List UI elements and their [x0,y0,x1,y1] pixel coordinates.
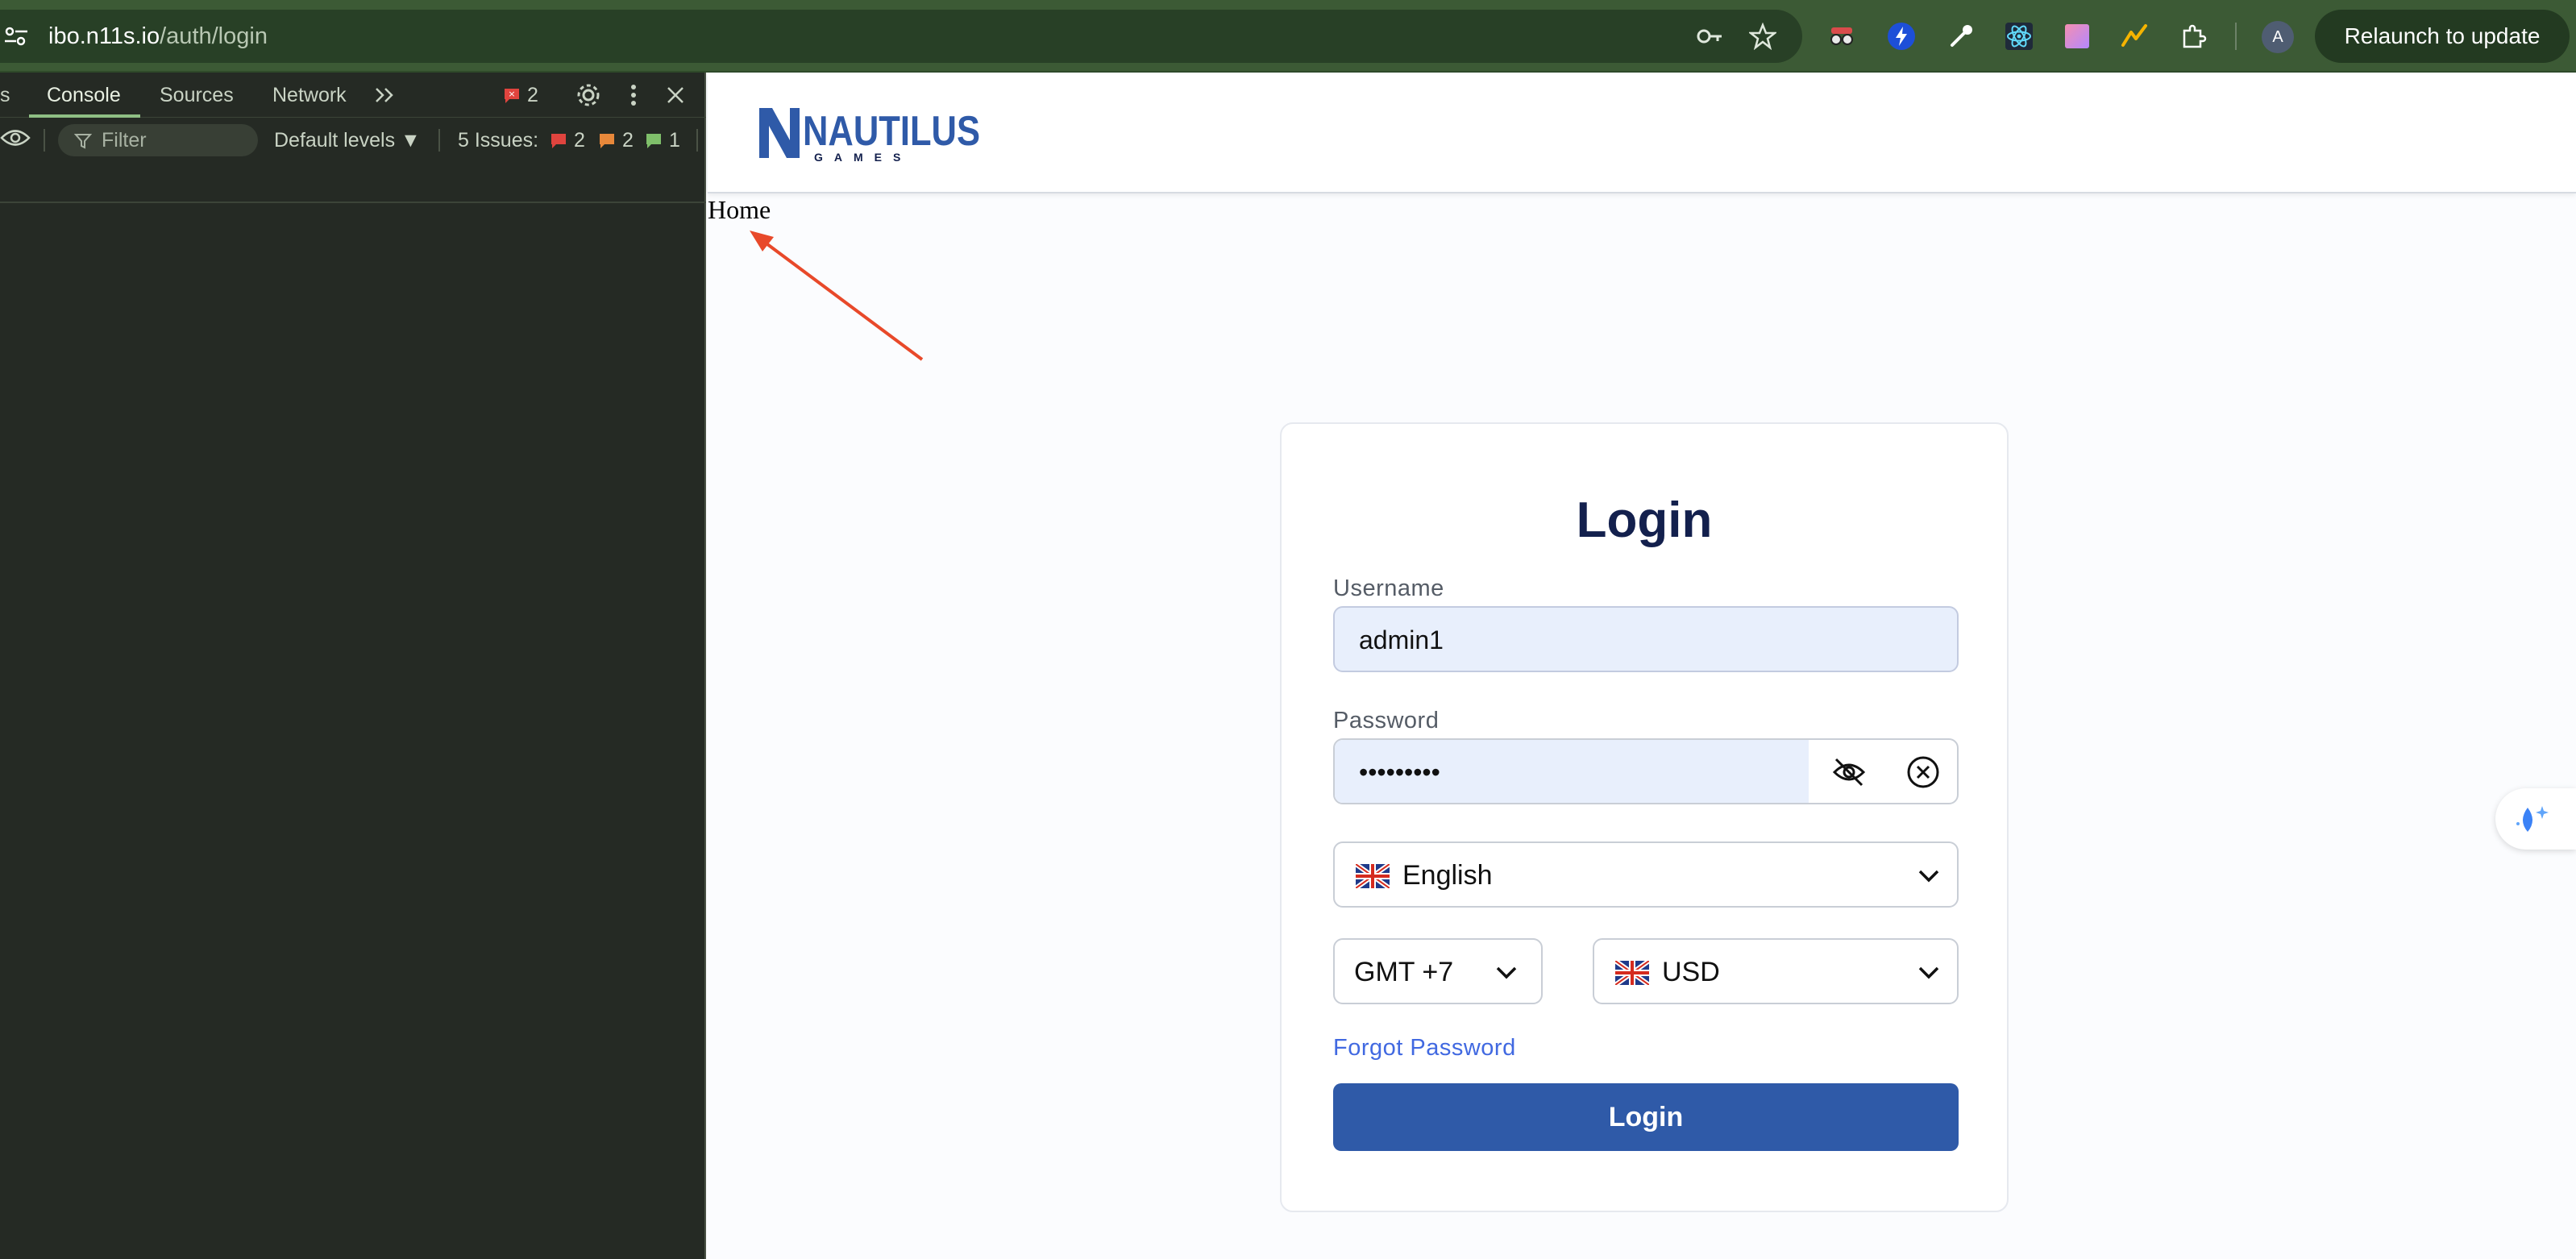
chevron-down-icon [1918,966,1939,979]
issue-info-count[interactable]: 1 [669,126,680,155]
relaunch-button[interactable]: Relaunch to update [2315,10,2570,63]
timezone-select[interactable]: GMT +7 [1333,938,1543,1004]
chevron-down-icon [1496,966,1517,979]
filter-icon [74,134,92,149]
spy-extension-icon[interactable] [1826,21,1857,52]
puzzle-extensions-icon[interactable] [2178,21,2208,52]
console-divider [0,202,706,203]
issue-error-count[interactable]: 2 [574,126,585,155]
password-value: ••••••••• [1359,758,1440,787]
url-text[interactable]: ibo.n11s.io/auth/login [48,21,268,52]
close-icon[interactable] [666,85,685,105]
password-label: Password [1333,708,1440,733]
svg-text:NAUTILUS: NAUTILUS [803,108,980,155]
toolbar-divider-3 [696,129,698,152]
eyedropper-extension-icon[interactable] [1946,21,1976,52]
tab-sources[interactable]: Sources [160,81,234,110]
currency-value: USD [1662,957,1720,987]
timezone-value: GMT +7 [1354,957,1454,987]
lightning-extension-icon[interactable] [1886,21,1917,52]
toolbar-divider [44,129,45,152]
password-field[interactable]: ••••••••• [1333,738,1959,804]
password-key-icon[interactable] [1696,23,1723,50]
tab-network[interactable]: Network [272,81,347,110]
address-bar[interactable]: ibo.n11s.io/auth/login [0,10,1802,63]
clear-circle-icon[interactable] [1905,756,1941,792]
username-value: admin1 [1359,625,1444,654]
svg-text:GAMES: GAMES [814,151,912,164]
issue-error-icon [551,134,566,148]
language-value: English [1402,860,1493,891]
filter-placeholder: Filter [102,129,147,152]
uk-flag-icon [1356,864,1390,888]
annotation-arrow [750,231,924,361]
login-card: Login Username admin1 Password ••••••••• [1280,422,2009,1212]
url-path: /auth/login [160,23,268,49]
chevron-down-icon [1918,870,1939,883]
gradient-extension-icon[interactable] [2062,21,2092,52]
devtools-panel: s Console Sources Network × 2 Filter Def… [0,73,706,1259]
kebab-menu-icon[interactable] [625,82,642,108]
tab-console[interactable]: Console [47,81,121,110]
tab-elements-truncated[interactable]: s [0,81,10,110]
nautilus-games-logo[interactable]: NAUTILUS GAMES [758,103,983,164]
bookmark-star-icon[interactable] [1749,23,1776,50]
toolbar-separator [2235,23,2237,50]
language-select[interactable]: English [1333,841,1959,908]
login-title: Login [1576,492,1713,548]
currency-select[interactable]: USD [1593,938,1959,1004]
floating-assistant-widget[interactable] [2495,788,2576,850]
gear-icon[interactable] [575,82,601,108]
web-page: NAUTILUS GAMES Home Login Username admin… [708,74,2576,1259]
log-levels-dropdown[interactable]: Default levels ▼ [274,126,421,155]
issue-info-icon [646,134,661,148]
username-label: Username [1333,575,1444,601]
eye-slash-icon[interactable] [1831,756,1867,788]
error-badge-icon: × [505,89,519,103]
browser-toolbar: ibo.n11s.io/auth/login A Relaunch to upd… [0,0,2576,73]
uk-flag-icon [1615,961,1649,985]
issue-warning-count[interactable]: 2 [622,126,634,155]
toolbar-divider-2 [438,129,440,152]
devtools-tab-bar: s Console Sources Network × 2 [0,73,706,118]
more-tabs-icon[interactable] [374,85,397,105]
react-devtools-icon[interactable] [2004,21,2034,52]
tune-icon[interactable] [5,26,27,47]
stroke-extension-icon[interactable] [2120,21,2150,52]
url-host: ibo.n11s.io [48,23,160,49]
eye-icon[interactable] [0,126,31,150]
error-badge-count[interactable]: 2 [527,81,538,110]
active-tab-indicator [29,114,140,118]
forgot-password-link[interactable]: Forgot Password [1333,1033,1516,1062]
issue-warning-icon [600,134,614,148]
username-field[interactable]: admin1 [1333,606,1959,672]
profile-avatar[interactable]: A [2262,21,2294,53]
svg-text:×: × [508,89,515,99]
app-header: NAUTILUS GAMES [708,74,2576,193]
issues-label[interactable]: 5 Issues: [458,126,538,155]
droplet-sparkle-icon [2516,806,2549,832]
login-button[interactable]: Login [1333,1083,1959,1151]
